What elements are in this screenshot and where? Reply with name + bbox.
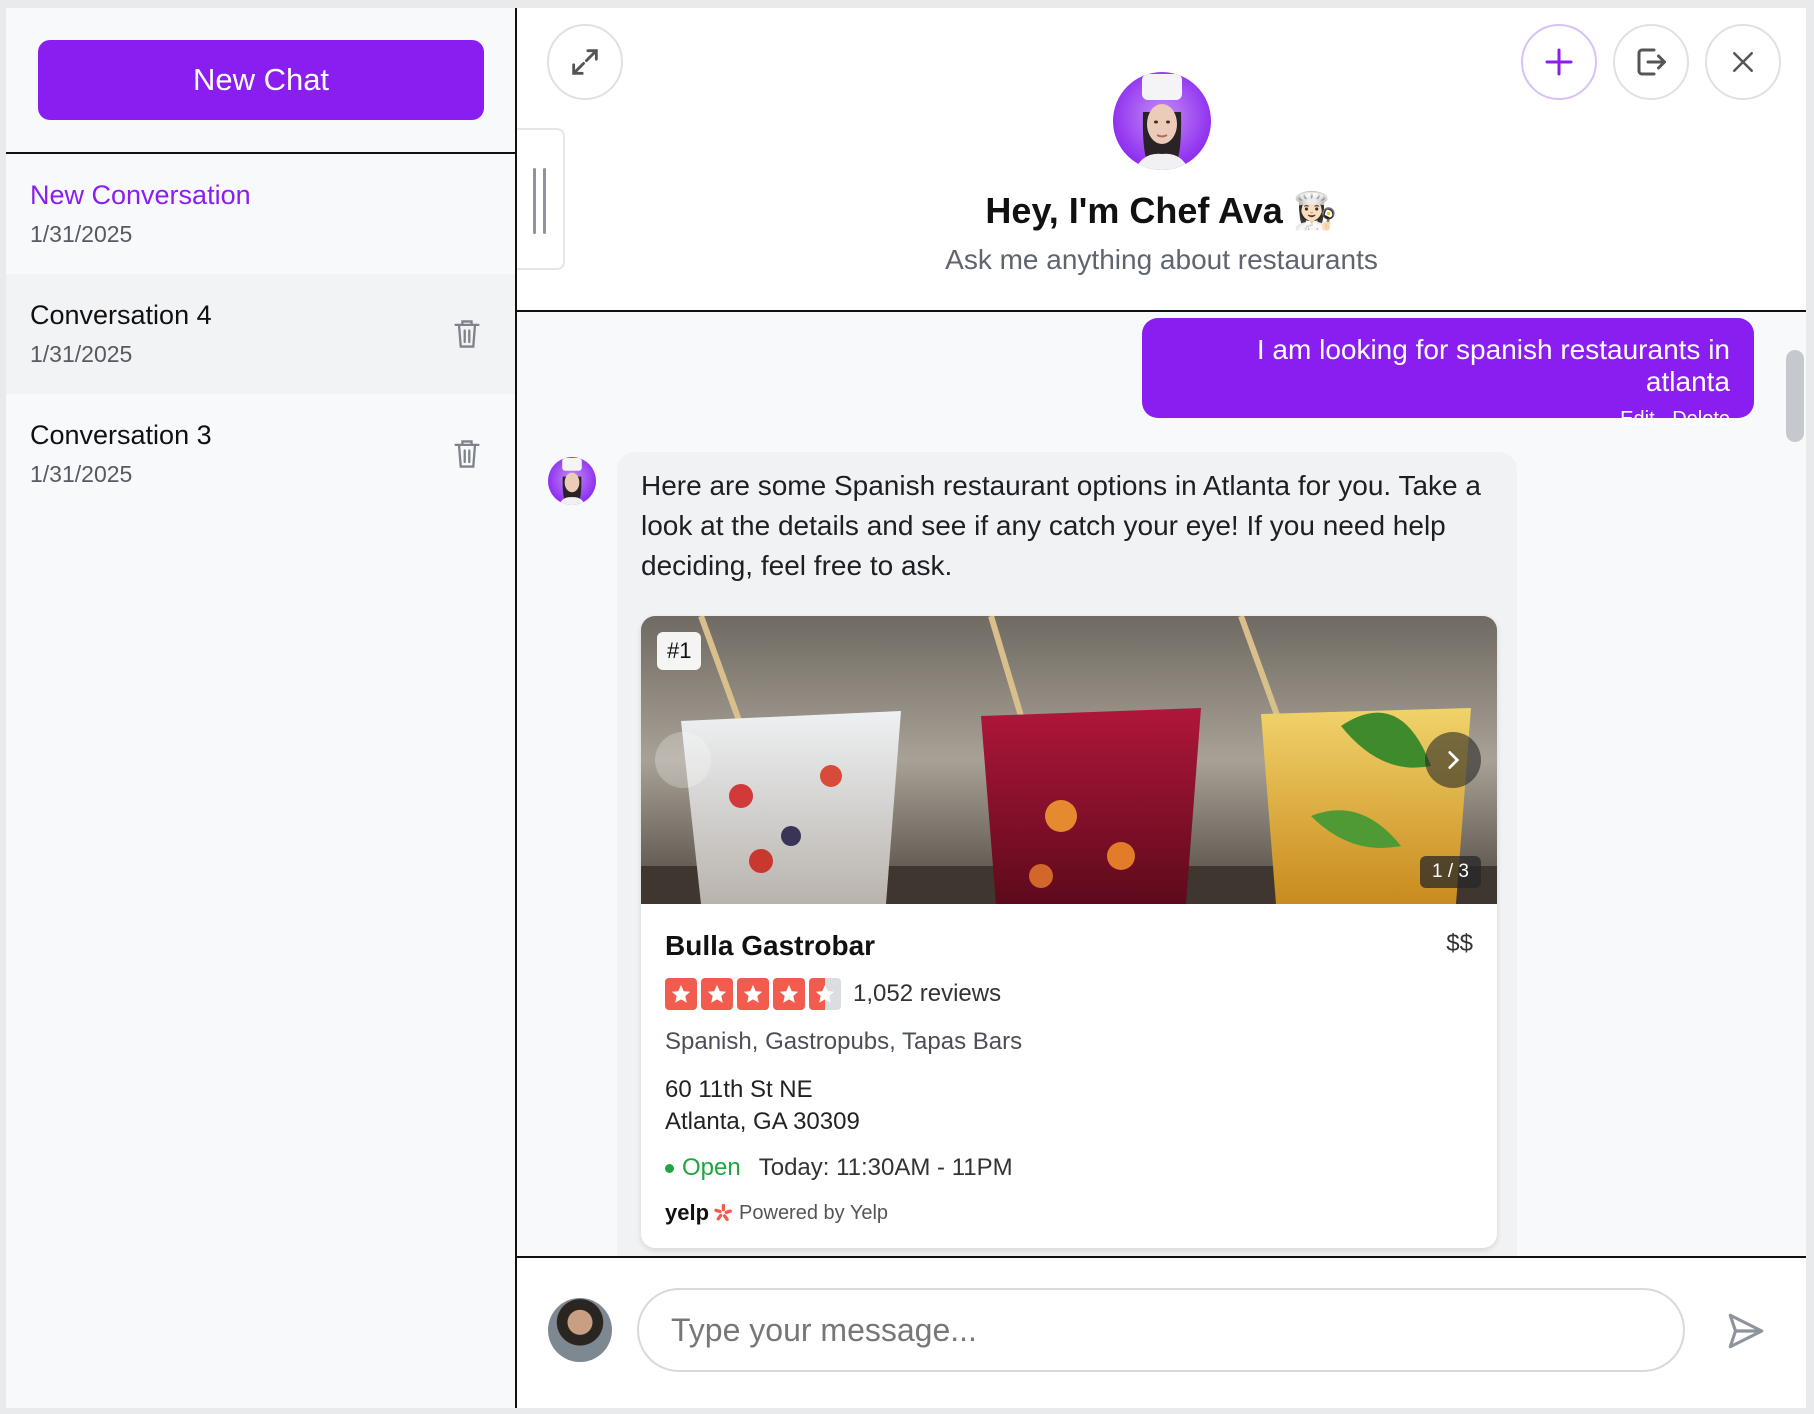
open-status: Open xyxy=(682,1154,741,1181)
chef-portrait-icon xyxy=(1135,74,1189,170)
expand-button[interactable] xyxy=(547,24,623,100)
chat-panel: Hey, I'm Chef Ava 👩🏻‍🍳 Ask me anything a… xyxy=(517,8,1806,1408)
previous-image-button[interactable] xyxy=(655,732,711,788)
chef-avatar xyxy=(1113,72,1211,170)
conversation-item-new[interactable]: New Conversation 1/31/2025 xyxy=(6,154,515,274)
image-counter: 1 / 3 xyxy=(1420,856,1481,888)
price-level: $$ xyxy=(1446,930,1473,957)
yelp-burst-icon xyxy=(714,1203,732,1221)
restaurant-photo[interactable]: #1 1 / 3 xyxy=(641,616,1497,904)
user-message: I am looking for spanish restaurants in … xyxy=(1142,318,1754,430)
restaurant-categories: Spanish, Gastropubs, Tapas Bars xyxy=(665,1028,1023,1055)
drinks-photo xyxy=(641,616,1497,904)
conversation-date: 1/31/2025 xyxy=(30,341,133,367)
conversation-title: New Conversation xyxy=(30,180,251,210)
logout-button[interactable] xyxy=(1613,24,1689,100)
address-line-1: 60 11th St NE xyxy=(665,1076,813,1103)
expand-icon xyxy=(572,49,598,75)
logout-icon xyxy=(1637,48,1666,76)
delete-link[interactable]: Delete xyxy=(1672,408,1730,430)
next-image-button[interactable] xyxy=(1425,732,1481,788)
bot-message: Here are some Spanish restaurant options… xyxy=(617,452,1517,1256)
conversation-item-3[interactable]: Conversation 3 1/31/2025 xyxy=(6,394,515,514)
opening-hours: Today: 11:30AM - 11PM xyxy=(758,1154,1013,1181)
star-icon xyxy=(665,978,697,1010)
hours-row: Open Today: 11:30AM - 11PM xyxy=(665,1154,1473,1182)
page-title: Hey, I'm Chef Ava 👩🏻‍🍳 xyxy=(985,190,1338,231)
message-list[interactable]: I am looking for spanish restaurants in … xyxy=(517,312,1806,1256)
powered-by-yelp: Powered by Yelp xyxy=(739,1201,889,1224)
rating-row: 1,052 reviews xyxy=(665,978,1473,1010)
yelp-logo: yelp xyxy=(665,1200,710,1225)
restaurant-card[interactable]: #1 1 / 3 Bulla Gastrobar $$ 1,052 review… xyxy=(641,616,1497,1248)
conversation-item-4[interactable]: Conversation 4 1/31/2025 xyxy=(6,274,515,394)
plus-icon xyxy=(1545,48,1573,76)
review-count: 1,052 reviews xyxy=(853,980,1002,1007)
page-subtitle: Ask me anything about restaurants xyxy=(945,244,1378,275)
star-icon xyxy=(737,978,769,1010)
rank-badge: #1 xyxy=(657,632,702,670)
bot-message-text: Here are some Spanish restaurant options… xyxy=(641,470,1481,581)
trash-icon[interactable] xyxy=(453,318,481,350)
user-message-text: I am looking for spanish restaurants in … xyxy=(1256,334,1730,397)
new-chat-button[interactable]: New Chat xyxy=(38,40,484,120)
bot-avatar xyxy=(548,457,596,505)
conversation-date: 1/31/2025 xyxy=(30,221,133,247)
restaurant-address: 60 11th St NE Atlanta, GA 30309 xyxy=(665,1074,1473,1138)
chevron-right-icon xyxy=(1448,751,1460,769)
star-icon xyxy=(701,978,733,1010)
restaurant-details: Bulla Gastrobar $$ 1,052 reviews Spanish… xyxy=(641,904,1497,1248)
sidebar: New Chat New Conversation 1/31/2025 Conv… xyxy=(6,8,517,1408)
message-input[interactable] xyxy=(637,1288,1685,1372)
chat-header: Hey, I'm Chef Ava 👩🏻‍🍳 Ask me anything a… xyxy=(517,8,1806,312)
message-actions: Edit Delete xyxy=(1166,408,1730,431)
send-icon[interactable] xyxy=(1725,1310,1767,1352)
half-star-icon xyxy=(809,978,841,1010)
open-status-dot xyxy=(665,1163,674,1173)
trash-icon[interactable] xyxy=(453,438,481,470)
chef-portrait-icon xyxy=(558,457,586,505)
scrollbar[interactable] xyxy=(1786,350,1804,442)
sidebar-header: New Chat xyxy=(6,8,515,154)
app-window: New Chat New Conversation 1/31/2025 Conv… xyxy=(6,8,1806,1408)
close-icon xyxy=(1733,52,1753,72)
composer xyxy=(517,1256,1806,1408)
close-button[interactable] xyxy=(1705,24,1781,100)
restaurant-name[interactable]: Bulla Gastrobar xyxy=(665,930,1473,962)
star-icon xyxy=(773,978,805,1010)
edit-link[interactable]: Edit xyxy=(1620,408,1654,430)
address-line-2: Atlanta, GA 30309 xyxy=(665,1108,860,1135)
yelp-attribution[interactable]: yelp Powered by Yelp xyxy=(665,1200,1473,1226)
conversation-date: 1/31/2025 xyxy=(30,461,133,487)
new-conversation-button[interactable] xyxy=(1521,24,1597,100)
user-avatar xyxy=(548,1298,612,1362)
conversation-title: Conversation 4 xyxy=(30,300,212,330)
conversation-title: Conversation 3 xyxy=(30,420,212,450)
